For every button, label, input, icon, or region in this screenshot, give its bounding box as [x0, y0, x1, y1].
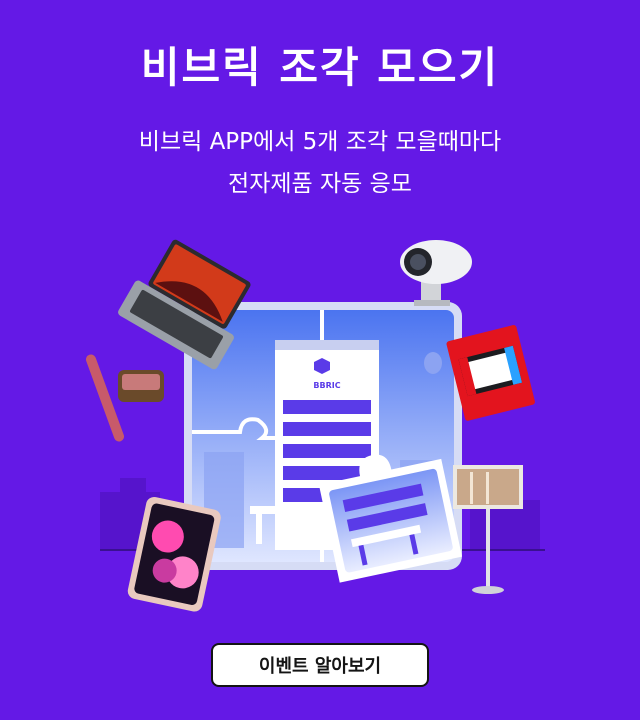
- page-title: 비브릭 조각 모으기: [140, 43, 500, 92]
- subtitle-line-1: 비브릭 APP에서 5개 조각 모을때마다: [138, 129, 502, 155]
- balloon-icon: [424, 352, 442, 374]
- hair-styler-icon: [85, 354, 164, 442]
- subtitle-line-2: 전자제품 자동 응모: [228, 171, 412, 197]
- building-logo-text: BBRIC: [313, 381, 340, 390]
- projector-icon: [400, 240, 472, 306]
- puzzle-illustration: BBRIC: [85, 239, 545, 612]
- event-info-button[interactable]: 이벤트 알아보기: [211, 643, 429, 687]
